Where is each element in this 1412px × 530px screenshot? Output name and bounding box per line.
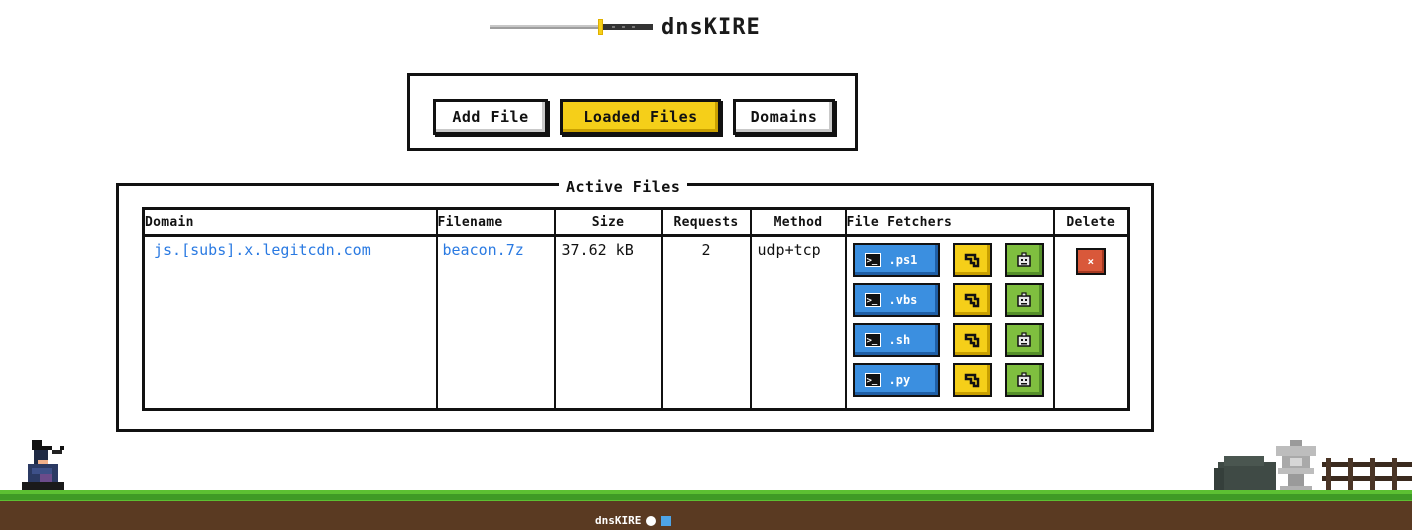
active-files-title: Active Files xyxy=(559,178,688,196)
fetcher-vbs-button[interactable]: >_ .vbs xyxy=(852,283,940,317)
fetcher-ps1-alt-button[interactable] xyxy=(1004,243,1044,277)
fetcher-ps1-button[interactable]: >_ .ps1 xyxy=(852,243,940,277)
fetcher-sh-button[interactable]: >_ .sh xyxy=(852,323,940,357)
katana-icon xyxy=(490,19,653,35)
robot-icon xyxy=(1017,292,1031,307)
transfer-method: udp+tcp xyxy=(757,241,821,259)
robot-icon xyxy=(1017,372,1031,387)
fetcher-py-label: .py xyxy=(888,373,911,387)
column-header-delete: Delete xyxy=(1052,207,1130,237)
request-count: 2 xyxy=(701,241,711,259)
fetcher-sh-alt-button[interactable] xyxy=(1004,323,1044,357)
terminal-icon: >_ xyxy=(864,293,881,307)
column-header-file-fetchers: File Fetchers xyxy=(844,207,1055,237)
fetcher-ps1-label: .ps1 xyxy=(888,253,918,267)
fetcher-vbs-copy-button[interactable] xyxy=(952,283,992,317)
hook-icon xyxy=(964,333,980,348)
file-fetchers: >_ .ps1 >_ .vbs >_ .sh >_ .py xyxy=(847,237,1053,397)
terminal-icon: >_ xyxy=(864,373,881,387)
table-row: js.[subs].x.legitcdn.com beacon.7z 37.62… xyxy=(142,234,1130,411)
footer: dnsKIRE xyxy=(595,514,672,527)
domain-link[interactable]: js.[subs].x.legitcdn.com xyxy=(145,237,436,259)
loaded-files-button[interactable]: Loaded Files xyxy=(560,99,721,135)
app-title: dnsKIRE xyxy=(661,14,761,40)
fetcher-py-button[interactable]: >_ .py xyxy=(852,363,940,397)
fetcher-sh-label: .sh xyxy=(888,333,911,347)
column-header-domain: Domain xyxy=(142,207,438,237)
table-header-row: Domain Filename Size Requests Method Fil… xyxy=(142,207,1130,237)
github-icon[interactable] xyxy=(646,515,657,526)
fetcher-row-py: >_ .py xyxy=(852,363,1053,397)
filename-link[interactable]: beacon.7z xyxy=(438,237,554,259)
column-header-method: Method xyxy=(749,207,847,237)
terminal-icon: >_ xyxy=(864,333,881,347)
file-size: 37.62 kB xyxy=(561,241,634,259)
domains-button[interactable]: Domains xyxy=(733,99,835,135)
terminal-icon: >_ xyxy=(864,253,881,267)
samurai-sprite xyxy=(22,440,64,492)
ground-dirt xyxy=(0,501,1412,530)
app-header: dnsKIRE xyxy=(490,12,761,42)
fetcher-py-copy-button[interactable] xyxy=(952,363,992,397)
fetcher-sh-copy-button[interactable] xyxy=(952,323,992,357)
fetcher-row-ps1: >_ .ps1 xyxy=(852,243,1053,277)
hook-icon xyxy=(964,373,980,388)
fetcher-vbs-label: .vbs xyxy=(888,293,918,307)
fetcher-ps1-copy-button[interactable] xyxy=(952,243,992,277)
fetcher-row-vbs: >_ .vbs xyxy=(852,283,1053,317)
menu-panel: Add File Loaded Files Domains xyxy=(407,73,858,151)
fetcher-py-alt-button[interactable] xyxy=(1004,363,1044,397)
column-header-size: Size xyxy=(553,207,663,237)
hook-icon xyxy=(964,253,980,268)
close-icon: × xyxy=(1087,255,1095,268)
robot-icon xyxy=(1017,332,1031,347)
footer-brand: dnsKIRE xyxy=(595,514,642,527)
fetcher-row-sh: >_ .sh xyxy=(852,323,1053,357)
delete-file-button[interactable]: × xyxy=(1075,248,1106,275)
hook-icon xyxy=(964,293,980,308)
active-files-table: Domain Filename Size Requests Method Fil… xyxy=(142,207,1130,411)
add-file-button[interactable]: Add File xyxy=(433,99,548,135)
column-header-requests: Requests xyxy=(660,207,752,237)
twitter-icon[interactable] xyxy=(661,515,672,526)
fetcher-vbs-alt-button[interactable] xyxy=(1004,283,1044,317)
stone-lantern-sprite xyxy=(1276,440,1316,494)
column-header-filename: Filename xyxy=(435,207,556,237)
ground-grass-shade xyxy=(0,494,1412,500)
robot-icon xyxy=(1017,252,1031,267)
fence-sprite xyxy=(1322,458,1412,494)
